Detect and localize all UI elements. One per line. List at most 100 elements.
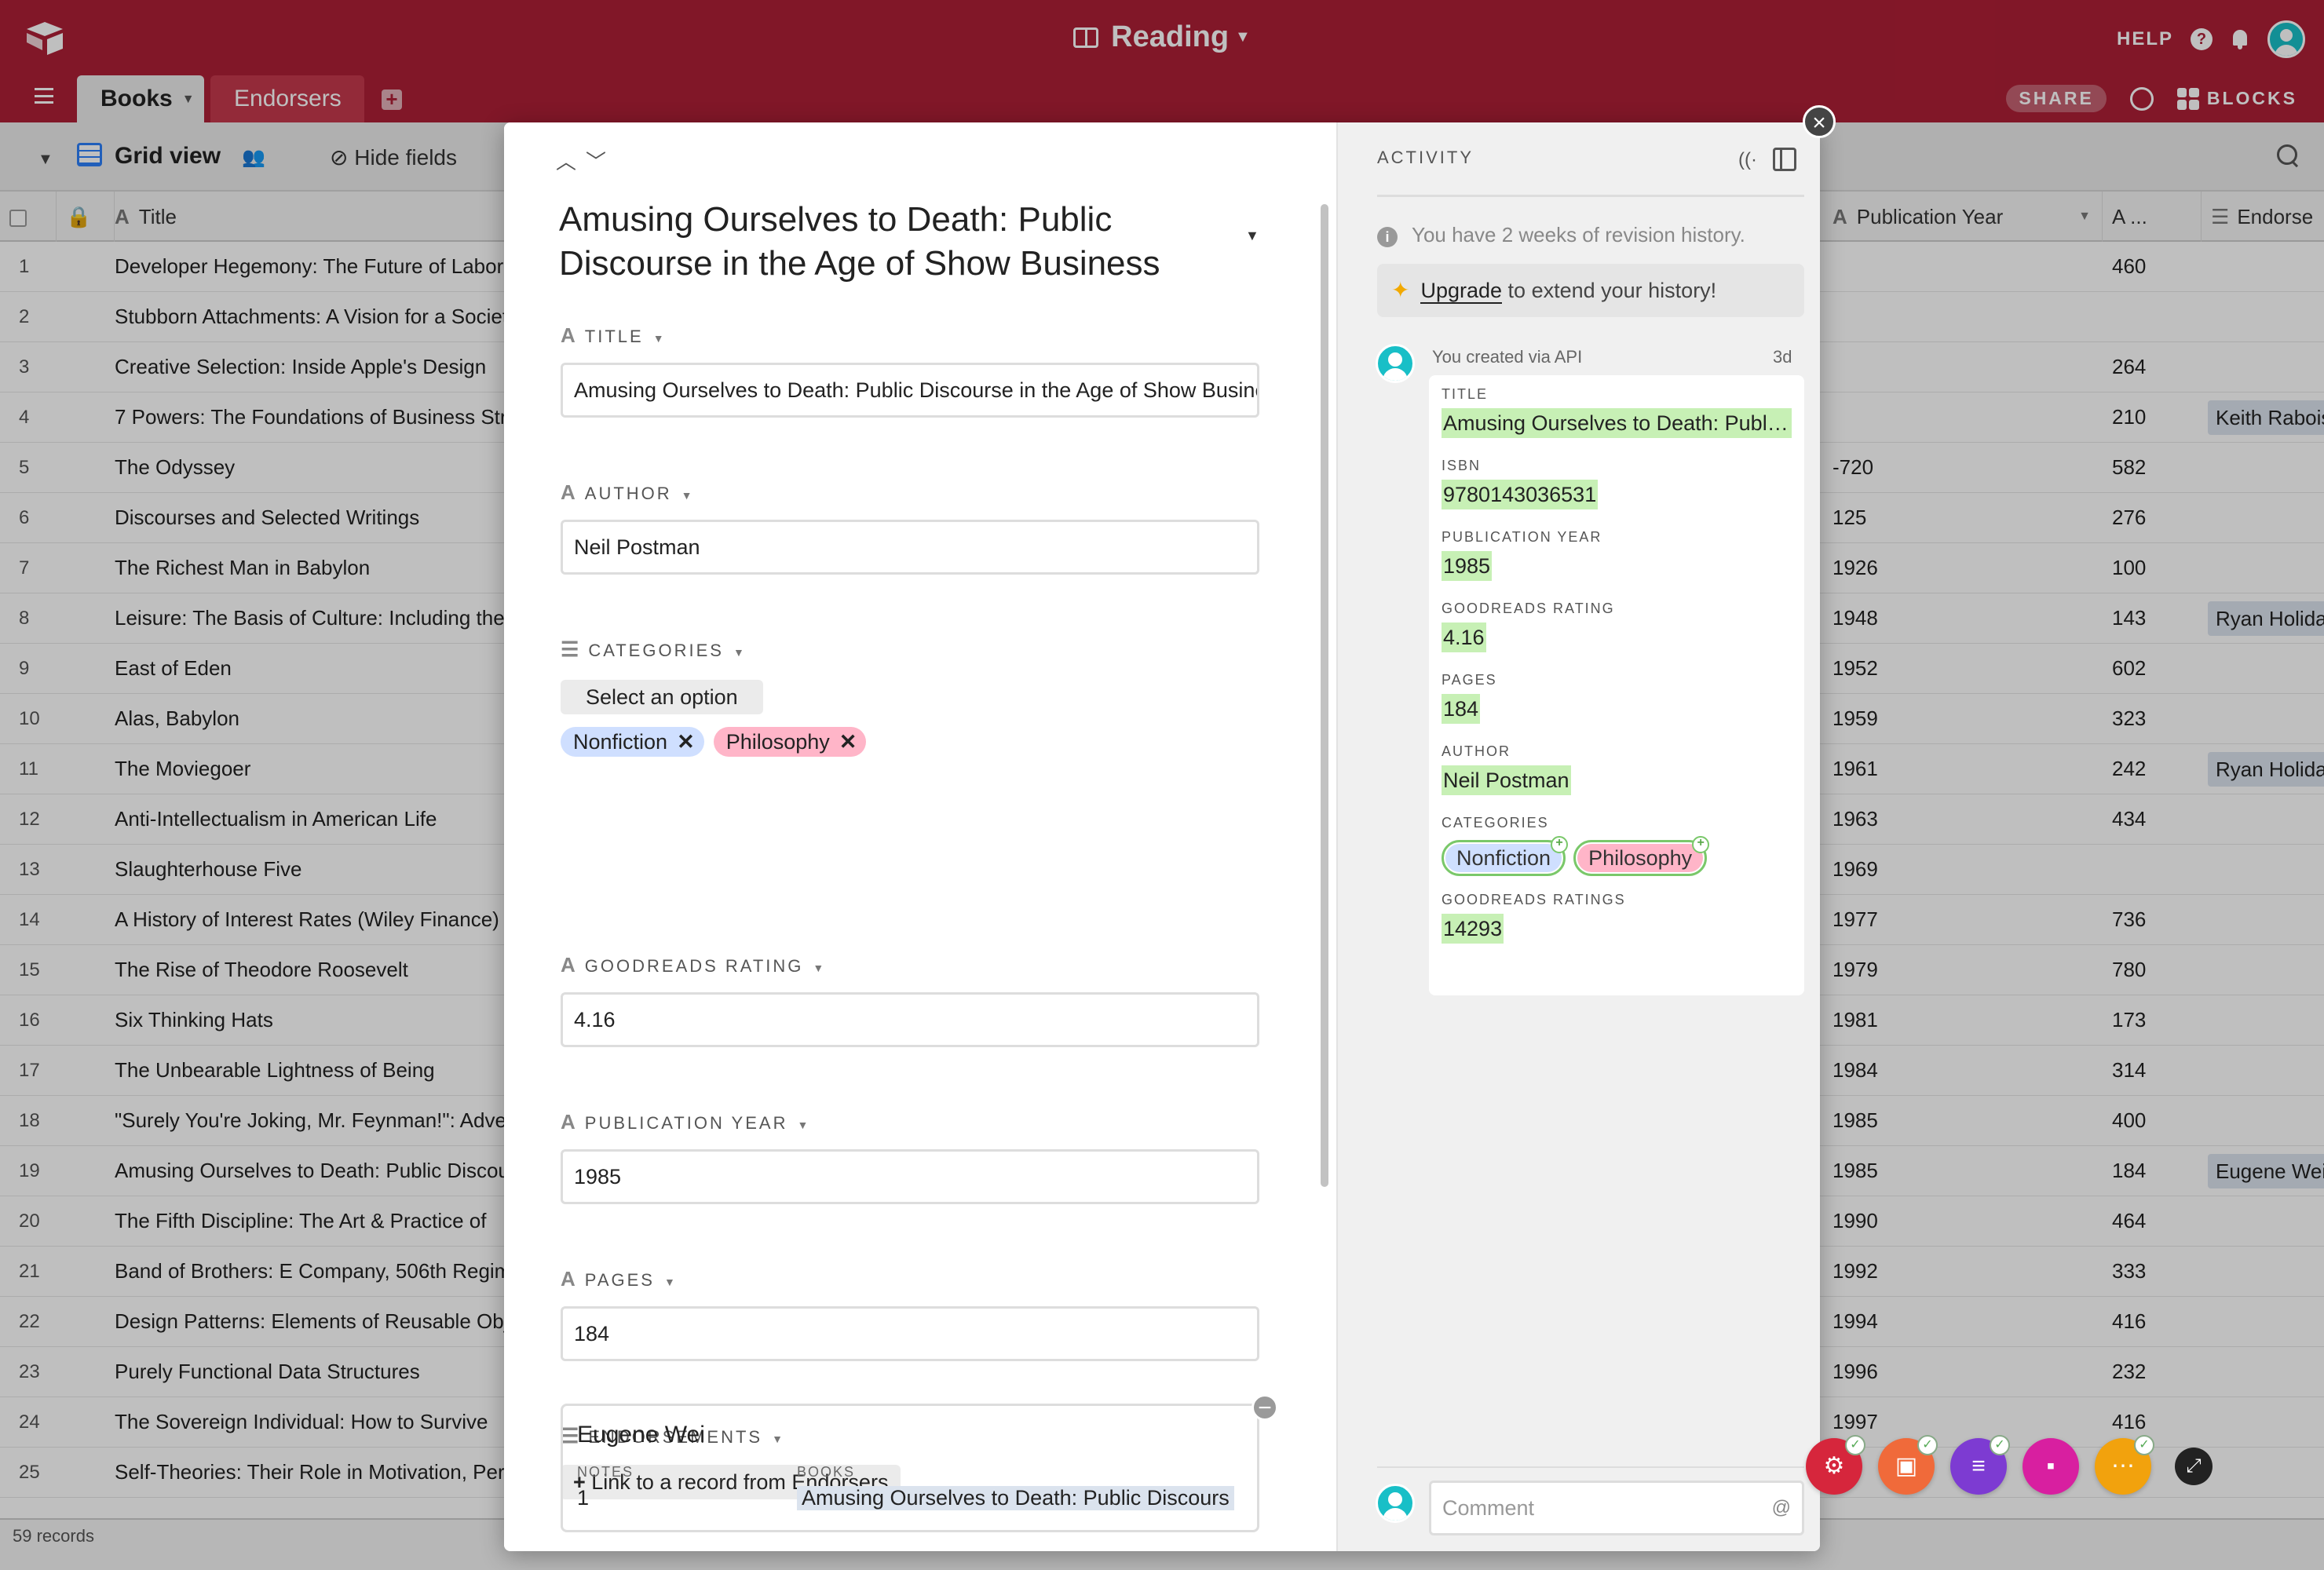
linked-record-card[interactable]: Eugene Wei NOTES BOOKS 1 Amusing Ourselves… <box>561 1404 1259 1532</box>
activity-heading: ACTIVITY <box>1377 148 1474 167</box>
books-value: Amusing Ourselves to Death: Public Disco… <box>797 1486 1234 1510</box>
mention-icon[interactable]: @ <box>1772 1483 1791 1533</box>
multiselect-field-icon: ☰ <box>561 637 579 661</box>
divider <box>1377 195 1804 197</box>
category-chip-nonfiction: Nonfiction ✕ <box>561 727 704 757</box>
category-chips: Nonfiction ✕ Philosophy ✕ <box>561 727 1259 757</box>
chevron-down-icon[interactable]: ▼ <box>813 962 826 974</box>
revision-note: i You have 2 weeks of revision history. <box>1377 223 1745 247</box>
field-pages: A PAGES ▼ 184 <box>561 1265 1259 1361</box>
expand-icon[interactable]: ⤢ <box>2175 1448 2213 1485</box>
field-title: A TITLE ▼ Amusing Ourselves to Death: Publ… <box>561 322 1259 418</box>
chevron-down-icon[interactable]: ▼ <box>664 1276 678 1288</box>
field-goodreads-rating: A GOODREADS RATING ▼ 4.16 <box>561 951 1259 1047</box>
more-icon[interactable]: ⋯ ✓ <box>2095 1435 2154 1495</box>
collapse-panel-icon[interactable] <box>1773 148 1796 171</box>
unlink-record-icon[interactable]: − <box>1252 1394 1278 1421</box>
activity-event-author: You created via API <box>1432 347 1583 367</box>
activity-event-time: 3d <box>1773 347 1792 367</box>
field-title-label: TITLE <box>584 327 644 346</box>
apps-icon[interactable]: ⚙ ✓ <box>1806 1435 1865 1495</box>
text-field-icon: A <box>561 323 576 347</box>
info-icon: i <box>1377 227 1398 247</box>
remove-chip-icon[interactable]: ✕ <box>677 730 695 754</box>
divider <box>1377 1466 1804 1468</box>
change-value: 4.16 <box>1442 623 1486 652</box>
change-value: 9780143036531 <box>1442 480 1599 509</box>
text-field-icon: A <box>561 480 576 504</box>
previous-record-icon[interactable]: ︿ <box>556 150 586 173</box>
activity-change-card: TITLE Amusing Ourselves to Death: Public.… <box>1429 375 1804 995</box>
field-publication-year-label: PUBLICATION YEAR <box>584 1113 788 1133</box>
change-label: PUBLICATION YEAR <box>1442 529 1602 545</box>
text-field-icon: A <box>561 1267 576 1291</box>
field-author-label: AUTHOR <box>584 484 672 503</box>
added-chip: Nonfiction <box>1442 836 1569 876</box>
change-value: 184 <box>1442 694 1481 724</box>
record-title: Amusing Ourselves to Death: Public Disco… <box>559 200 1160 283</box>
added-chip: Philosophy <box>1573 836 1710 876</box>
check-icon: ✓ <box>2134 1435 2154 1455</box>
comment-input[interactable]: Comment @ <box>1429 1481 1804 1535</box>
revision-note-text: You have 2 weeks of revision history. <box>1412 223 1745 246</box>
linked-record-name: Eugene Wei <box>577 1422 705 1448</box>
check-icon: ✓ <box>1917 1435 1938 1455</box>
change-value: 14293 <box>1442 914 1504 944</box>
category-chip-philosophy: Philosophy ✕ <box>713 727 867 757</box>
title-input[interactable]: Amusing Ourselves to Death: Public Disco… <box>561 363 1259 418</box>
chat-icon[interactable]: ▪ <box>2023 1438 2079 1495</box>
rss-icon[interactable]: ((· <box>1738 149 1757 171</box>
goodreads-rating-input[interactable]: 4.16 <box>561 992 1259 1047</box>
avatar <box>1376 1484 1415 1523</box>
list-icon[interactable]: ≡ ✓ <box>1950 1435 2010 1495</box>
change-label: PAGES <box>1442 672 1497 688</box>
pages-input[interactable]: 184 <box>561 1306 1259 1361</box>
blocks-dock: ⚙ ✓ ▣ ✓ ≡ ✓ ▪ ⋯ ✓ ⤢ <box>1806 1435 2213 1496</box>
upgrade-text: to extend your history! <box>1502 279 1717 302</box>
upgrade-banner: ✦ Upgrade to extend your history! <box>1377 264 1804 317</box>
change-label: ISBN <box>1442 458 1482 473</box>
author-input[interactable]: Neil Postman <box>561 520 1259 575</box>
change-value: Neil Postman <box>1442 765 1571 795</box>
change-label: CATEGORIES <box>1442 815 1549 831</box>
change-value: Amusing Ourselves to Death: Public... <box>1442 408 1792 438</box>
field-pages-label: PAGES <box>584 1270 655 1290</box>
remove-chip-icon[interactable]: ✕ <box>839 730 857 754</box>
sparkle-icon: ✦ <box>1391 278 1410 302</box>
record-navigation: ︿﹀ <box>556 146 616 175</box>
category-chip-label: Philosophy <box>725 730 830 754</box>
close-modal-button[interactable]: × <box>1803 105 1836 138</box>
check-icon: ✓ <box>1990 1435 2010 1455</box>
image-icon[interactable]: ▣ ✓ <box>1878 1435 1938 1495</box>
field-categories: ☰ CATEGORIES ▼ Select an option Nonfiction… <box>561 636 1259 757</box>
chevron-down-icon[interactable]: ▼ <box>681 489 695 502</box>
next-record-icon[interactable]: ﹀ <box>586 150 616 173</box>
change-label: GOODREADS RATING <box>1442 601 1615 616</box>
added-chip-label: Philosophy <box>1577 844 1704 872</box>
field-publication-year: A PUBLICATION YEAR ▼ 1985 <box>561 1108 1259 1204</box>
change-value: 1985 <box>1442 551 1493 581</box>
notes-value: 1 <box>577 1486 590 1510</box>
record-detail-panel: ︿﹀ Amusing Ourselves to Death: Public Di… <box>504 122 1336 1551</box>
books-label: BOOKS <box>797 1464 856 1480</box>
field-categories-label: CATEGORIES <box>588 641 724 660</box>
avatar <box>1376 344 1415 383</box>
activity-panel: ACTIVITY ((· i You have 2 weeks of revisi… <box>1336 122 1820 1551</box>
publication-year-input[interactable]: 1985 <box>561 1149 1259 1204</box>
chevron-down-icon[interactable]: ▼ <box>653 332 667 345</box>
text-field-icon: A <box>561 1110 576 1134</box>
chevron-down-icon[interactable]: ▼ <box>797 1119 810 1131</box>
change-label: AUTHOR <box>1442 743 1511 759</box>
record-menu-caret-icon[interactable]: ▼ <box>1245 228 1259 244</box>
check-icon: ✓ <box>1845 1435 1865 1455</box>
detail-scrollbar[interactable] <box>1321 204 1328 1187</box>
change-label: GOODREADS RATINGS <box>1442 892 1626 907</box>
upgrade-link[interactable]: Upgrade <box>1420 279 1503 304</box>
field-goodreads-rating-label: GOODREADS RATING <box>584 956 804 976</box>
change-label: TITLE <box>1442 386 1489 402</box>
expanded-record-modal: ︿﹀ Amusing Ourselves to Death: Public Di… <box>504 122 1820 1551</box>
chevron-down-icon[interactable]: ▼ <box>733 646 747 659</box>
select-option-button[interactable]: Select an option <box>561 680 763 714</box>
comment-placeholder: Comment <box>1442 1496 1535 1520</box>
text-field-icon: A <box>561 953 576 977</box>
